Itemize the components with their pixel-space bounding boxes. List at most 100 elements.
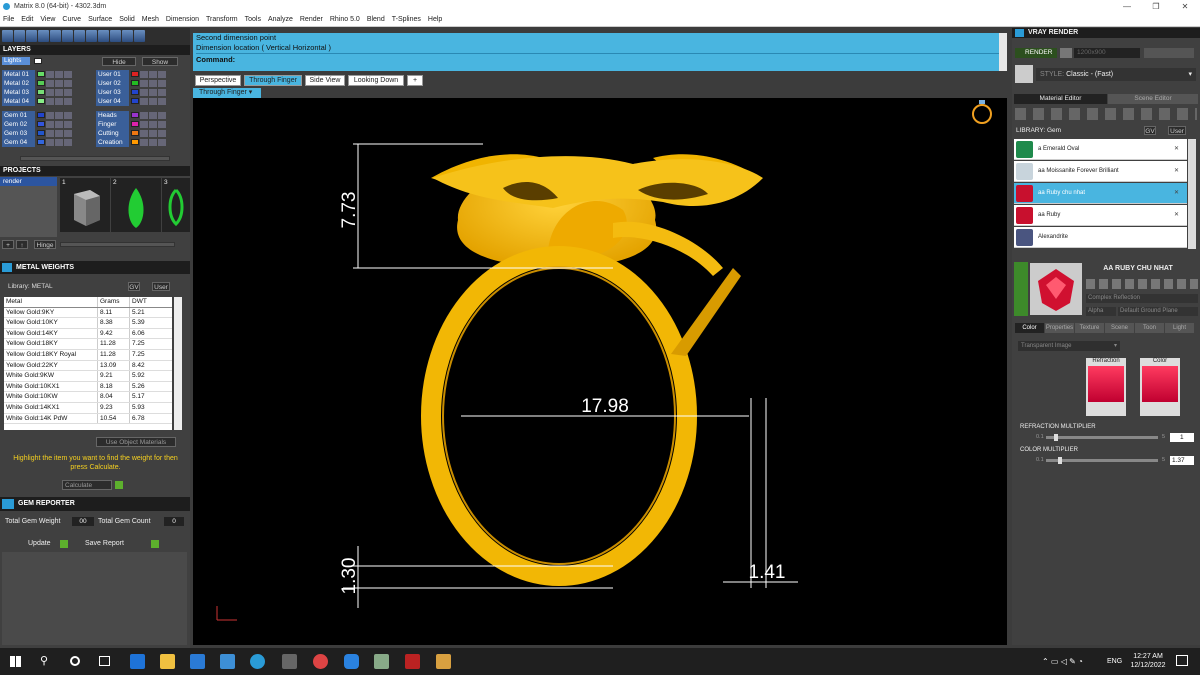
layer-menu-icon[interactable] <box>158 120 166 128</box>
menu-help[interactable]: Help <box>428 16 442 23</box>
lock-icon[interactable] <box>46 129 54 137</box>
table-row[interactable]: Yellow Gold:18KY Royal 11.28 7.25 <box>4 349 172 361</box>
camera-icon[interactable] <box>1060 48 1072 58</box>
layer-row-L-4[interactable]: Gem 01 <box>2 111 72 120</box>
material-toolbar[interactable] <box>1015 108 1197 120</box>
layer-row-R-3[interactable]: User 04 <box>96 97 166 106</box>
app-icon-9[interactable] <box>374 654 389 669</box>
lock-icon[interactable] <box>140 138 148 146</box>
color-slider-thumb[interactable] <box>1057 457 1062 464</box>
layer-color-swatch[interactable] <box>131 89 139 96</box>
lock-icon[interactable] <box>140 79 148 87</box>
layer-color-swatch[interactable] <box>131 98 139 105</box>
layer-name[interactable]: Gem 01 <box>2 111 35 120</box>
material-item[interactable]: Alexandrite <box>1014 227 1187 248</box>
layer-menu-icon[interactable] <box>64 88 72 96</box>
table-row[interactable]: Yellow Gold:22KY 13.09 8.42 <box>4 360 172 372</box>
material-item[interactable]: a Emerald Oval ✕ <box>1014 139 1187 160</box>
layer-color-swatch[interactable] <box>37 121 45 128</box>
menu-tsplines[interactable]: T-Splines <box>392 16 421 23</box>
layer-name[interactable]: User 04 <box>96 97 129 106</box>
refraction-slider[interactable] <box>1046 434 1158 441</box>
command-prompt[interactable]: Command: <box>196 53 999 65</box>
remove-material-icon[interactable]: ✕ <box>1174 139 1179 160</box>
vray-subtab-toon[interactable]: Toon <box>1135 323 1164 333</box>
layer-row-R-5[interactable]: Finger <box>96 120 166 129</box>
layer-color-swatch[interactable] <box>131 130 139 137</box>
layer-color-swatch[interactable] <box>131 139 139 146</box>
layer-menu-icon[interactable] <box>158 138 166 146</box>
menu-transform[interactable]: Transform <box>206 16 238 23</box>
layer-row-L-0[interactable]: Metal 01 <box>2 70 72 79</box>
material-item[interactable]: aa Ruby ✕ <box>1014 205 1187 226</box>
color-value[interactable]: 1.37 <box>1170 456 1194 465</box>
remove-material-icon[interactable]: ✕ <box>1174 205 1179 226</box>
update-button[interactable]: Update <box>28 540 51 547</box>
settings-icon[interactable] <box>134 30 145 42</box>
language-indicator[interactable]: ENG <box>1107 658 1122 665</box>
render-button[interactable]: RENDER <box>1015 48 1057 58</box>
tab-side-view[interactable]: Side View <box>305 75 345 86</box>
vray-subtab-scene[interactable]: Scene <box>1105 323 1134 333</box>
visibility-icon[interactable] <box>55 120 63 128</box>
edge-icon[interactable] <box>130 654 145 669</box>
project-thumb-3[interactable]: 3 <box>162 178 190 232</box>
remove-material-icon[interactable]: ✕ <box>1174 161 1179 182</box>
layer-name[interactable]: Cutting <box>96 129 129 138</box>
layer-color-swatch[interactable] <box>37 112 45 119</box>
style-dropdown[interactable]: STYLE: Classic - (Fast) ▾ <box>1036 68 1196 81</box>
preview-toggle[interactable] <box>1014 262 1028 316</box>
add-project-button[interactable]: + <box>2 240 14 249</box>
network-icon[interactable] <box>86 30 97 42</box>
vray-subtab-color[interactable]: Color <box>1015 323 1044 333</box>
layer-row-L-1[interactable]: Metal 02 <box>2 79 72 88</box>
notification-icon[interactable] <box>1176 655 1188 666</box>
lock-icon[interactable] <box>46 120 54 128</box>
layer-name[interactable]: Gem 02 <box>2 120 35 129</box>
layer-color-swatch[interactable] <box>37 130 45 137</box>
layer-menu-icon[interactable] <box>64 129 72 137</box>
menu-analyze[interactable]: Analyze <box>268 16 293 23</box>
save-icon[interactable] <box>26 30 37 42</box>
lock-icon[interactable] <box>140 111 148 119</box>
layer-menu-icon[interactable] <box>64 111 72 119</box>
table-row[interactable]: White Gold:10KW 8.04 5.17 <box>4 392 172 403</box>
layers-scrollbar[interactable] <box>20 156 170 161</box>
table-row[interactable]: White Gold:14KX1 9.23 5.93 <box>4 402 172 414</box>
menu-dimension[interactable]: Dimension <box>166 16 199 23</box>
project-item-render[interactable]: render <box>0 177 57 186</box>
layer-color-swatch[interactable] <box>37 98 45 105</box>
vray-subtab-light[interactable]: Light <box>1165 323 1194 333</box>
chrome-icon[interactable] <box>313 654 328 669</box>
menu-render[interactable]: Render <box>300 16 323 23</box>
material-item[interactable]: aa Moissanite Forever Brilliant ✕ <box>1014 161 1187 182</box>
layer-menu-icon[interactable] <box>158 97 166 105</box>
save-report-go-icon[interactable] <box>151 540 159 548</box>
hide-button[interactable]: Hide <box>102 57 136 66</box>
visibility-icon[interactable] <box>149 120 157 128</box>
update-go-icon[interactable] <box>60 540 68 548</box>
layer-color-swatch[interactable] <box>37 139 45 146</box>
menu-file[interactable]: File <box>3 16 14 23</box>
visibility-icon[interactable] <box>55 88 63 96</box>
layer-menu-icon[interactable] <box>64 97 72 105</box>
use-object-materials-button[interactable]: Use Object Materials <box>96 437 176 447</box>
lock-icon[interactable] <box>140 129 148 137</box>
lock-icon[interactable] <box>46 79 54 87</box>
visibility-icon[interactable] <box>55 79 63 87</box>
resolution-field[interactable]: 1200x900 <box>1074 48 1140 58</box>
visibility-icon[interactable] <box>149 88 157 96</box>
zalo-icon[interactable] <box>344 654 359 669</box>
viewport-label[interactable]: Through Finger ▾ <box>193 88 261 98</box>
menu-surface[interactable]: Surface <box>88 16 112 23</box>
table-row[interactable]: Yellow Gold:9KY 8.11 5.21 <box>4 307 172 319</box>
menu-view[interactable]: View <box>40 16 55 23</box>
visibility-icon[interactable] <box>149 129 157 137</box>
layer-menu-icon[interactable] <box>158 129 166 137</box>
vray-subtab-properties[interactable]: Properties <box>1045 323 1074 333</box>
layer-color-swatch[interactable] <box>131 112 139 119</box>
calculate-button[interactable]: Calculate <box>62 480 112 490</box>
color-slider[interactable] <box>1046 457 1158 464</box>
remove-material-icon[interactable]: ✕ <box>1174 183 1179 204</box>
layer-name[interactable]: Creation <box>96 138 129 147</box>
